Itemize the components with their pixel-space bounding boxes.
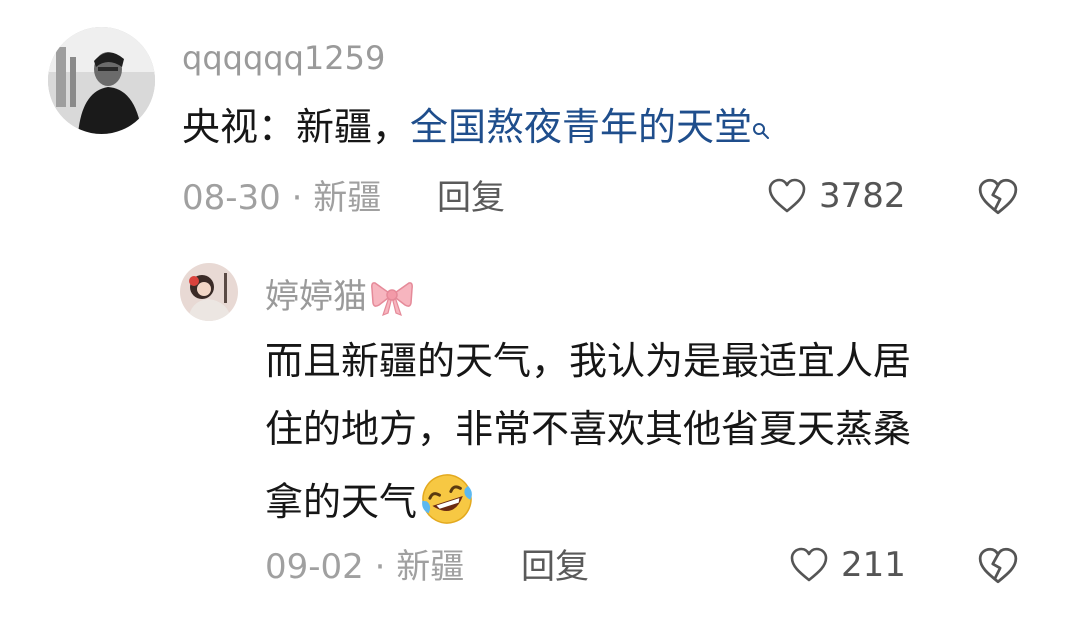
dislike-button[interactable] [977, 176, 1019, 218]
reply-text-line-last: 拿的天气 [265, 474, 1045, 528]
reply-item: 婷婷猫 而且新疆的天气，我认为是最适宜人居 住的地方，非常不喜欢其他省夏天蒸桑 … [0, 240, 1080, 629]
reply-username[interactable]: 婷婷猫 [265, 277, 415, 317]
reply-button[interactable]: 回复 [521, 550, 589, 584]
reply-text-line: 住的地方，非常不喜欢其他省夏天蒸桑 [265, 407, 912, 451]
reply-text-line: 拿的天气 [265, 480, 418, 524]
like-button[interactable]: 211 [789, 545, 906, 585]
broken-heart-icon [977, 178, 1019, 222]
laughing-crying-emoji-icon [419, 471, 475, 527]
like-button[interactable]: 3782 [767, 176, 906, 216]
reply-text: 而且新疆的天气，我认为是最适宜人居 住的地方，非常不喜欢其他省夏天蒸桑 拿的天气 [265, 342, 1045, 528]
comment-date: 08-30 [182, 178, 281, 218]
reply-text-line: 而且新疆的天气，我认为是最适宜人居 [265, 339, 912, 383]
dislike-button[interactable] [977, 545, 1019, 587]
comment-text-prefix: 央视：新疆， [182, 105, 411, 149]
reply-username-text: 婷婷猫 [265, 277, 367, 317]
heart-icon [789, 545, 829, 585]
meta-separator: · [280, 178, 314, 218]
comment-username[interactable]: qqqqqq1259 [182, 42, 385, 74]
avatar[interactable] [48, 27, 155, 134]
comment-meta: 08-30 · 新疆 [182, 181, 381, 215]
heart-icon [767, 176, 807, 216]
search-icon[interactable] [752, 108, 770, 146]
meta-separator: · [363, 547, 397, 587]
broken-heart-icon [977, 547, 1019, 591]
comment-search-link[interactable]: 全国熬夜青年的天堂 [410, 105, 752, 149]
like-count: 211 [841, 545, 906, 585]
comment-item: qqqqqq1259 央视：新疆，全国熬夜青年的天堂 08-30 · 新疆 回复… [0, 0, 1080, 240]
reply-avatar[interactable] [180, 263, 238, 321]
comment-location: 新疆 [313, 178, 382, 218]
like-count: 3782 [819, 176, 906, 216]
reply-button[interactable]: 回复 [437, 181, 505, 215]
bow-emoji-icon [369, 277, 415, 317]
reply-meta: 09-02 · 新疆 [265, 550, 464, 584]
reply-date: 09-02 [265, 547, 364, 587]
reply-location: 新疆 [396, 547, 465, 587]
comment-text: 央视：新疆，全国熬夜青年的天堂 [182, 108, 770, 146]
